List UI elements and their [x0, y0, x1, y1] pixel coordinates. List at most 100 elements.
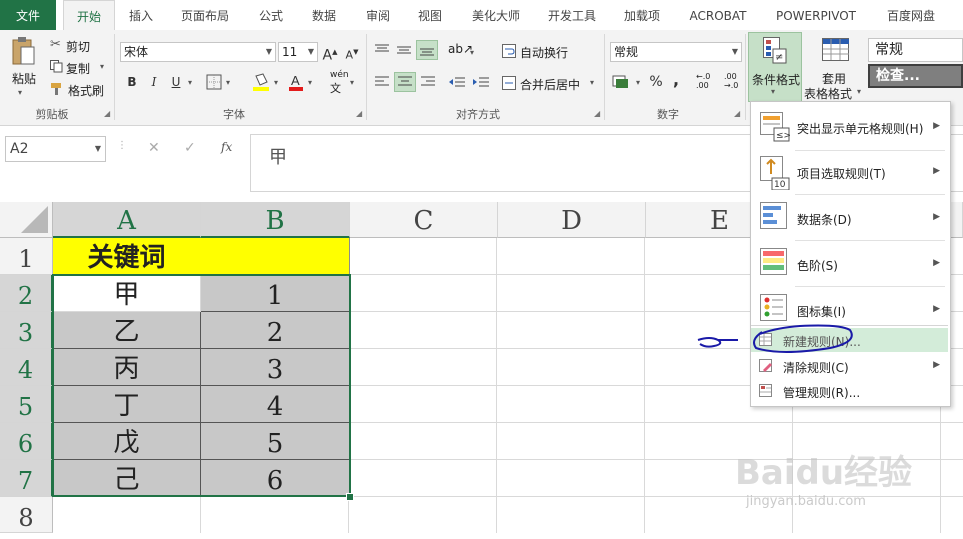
align-bottom-icon[interactable] — [416, 40, 438, 60]
merge-dropdown-icon[interactable]: ▾ — [590, 78, 594, 87]
italic-button[interactable]: I — [144, 72, 164, 92]
decrease-decimal-button[interactable]: .00 →.0 — [724, 72, 738, 90]
row-header-6[interactable]: 6 — [0, 423, 53, 460]
menu-item-color-scales[interactable]: 色阶(S) ▶ — [751, 242, 948, 286]
fill-color-icon[interactable] — [252, 72, 270, 92]
cell-a3[interactable]: 乙 — [53, 312, 201, 349]
tab-home[interactable]: 开始 — [63, 0, 115, 32]
font-size-select[interactable]: 11 ▼ — [278, 42, 318, 62]
cell-a7[interactable]: 己 — [53, 460, 201, 497]
wrap-text-button[interactable]: 自动换行 — [520, 44, 568, 61]
copy-dropdown-icon[interactable]: ▾ — [100, 62, 104, 71]
align-right-icon[interactable] — [420, 76, 436, 88]
cell-a2[interactable]: 甲 — [53, 275, 201, 312]
cell-b5[interactable]: 4 — [201, 386, 350, 423]
underline-button[interactable]: U — [166, 72, 186, 92]
format-painter-button[interactable]: 格式刷 — [68, 82, 104, 99]
cell-a4[interactable]: 丙 — [53, 349, 201, 386]
font-name-select[interactable]: 宋体 ▼ — [120, 42, 276, 62]
tab-developer[interactable]: 开发工具 — [538, 0, 606, 30]
number-launcher-icon[interactable]: ◢ — [734, 109, 740, 118]
tab-formulas[interactable]: 公式 — [246, 0, 296, 30]
fill-handle[interactable] — [346, 493, 354, 501]
accounting-dropdown-icon[interactable]: ▾ — [636, 78, 640, 87]
tab-insert[interactable]: 插入 — [118, 0, 164, 30]
cell-style-normal[interactable]: 常规 — [868, 38, 963, 62]
row-header-1[interactable]: 1 — [0, 238, 53, 275]
cell-b4[interactable]: 3 — [201, 349, 350, 386]
increase-indent-icon[interactable] — [472, 76, 490, 88]
row-header-2[interactable]: 2 — [0, 275, 53, 312]
tab-addins[interactable]: 加载项 — [612, 0, 672, 30]
column-header-a[interactable]: A — [53, 202, 201, 238]
comma-button[interactable]: , — [666, 70, 686, 90]
cell-a1[interactable]: 关键词 — [53, 238, 201, 275]
column-header-d[interactable]: D — [498, 202, 646, 238]
conditional-format-button[interactable]: ≠ 条件格式 ▾ — [748, 32, 802, 102]
row-header-8[interactable]: 8 — [0, 497, 53, 533]
cell-b7[interactable]: 6 — [201, 460, 350, 497]
paste-button[interactable]: 粘贴 — [12, 70, 36, 87]
tab-data[interactable]: 数据 — [300, 0, 348, 30]
bold-button[interactable]: B — [122, 72, 142, 92]
name-box[interactable]: A2 ▼ — [5, 136, 106, 162]
cell-style-check[interactable]: 检查... — [868, 64, 963, 88]
cell-b3[interactable]: 2 — [201, 312, 350, 349]
percent-button[interactable]: % — [646, 72, 666, 92]
shrink-font-button[interactable]: A▼ — [342, 42, 362, 62]
tab-page-layout[interactable]: 页面布局 — [170, 0, 240, 30]
select-all-corner[interactable] — [0, 202, 53, 238]
cancel-icon[interactable]: ✕ — [148, 140, 160, 156]
font-color-dropdown-icon[interactable]: ▾ — [308, 78, 312, 87]
table-format-dropdown-icon[interactable]: ▾ — [857, 87, 861, 96]
menu-item-manage-rules[interactable]: 管理规则(R)... — [751, 379, 948, 403]
column-header-b[interactable]: B — [201, 202, 350, 238]
decrease-indent-icon[interactable] — [448, 76, 466, 88]
format-as-table-icon[interactable] — [822, 38, 852, 64]
font-launcher-icon[interactable]: ◢ — [356, 109, 362, 118]
border-dropdown-icon[interactable]: ▾ — [226, 78, 230, 87]
row-header-7[interactable]: 7 — [0, 460, 53, 497]
tab-review[interactable]: 审阅 — [354, 0, 402, 30]
align-middle-icon[interactable] — [396, 44, 412, 56]
cell-b6[interactable]: 5 — [201, 423, 350, 460]
format-as-table-label-2[interactable]: 表格格式 — [804, 85, 852, 102]
row-header-4[interactable]: 4 — [0, 349, 53, 386]
menu-item-highlight-rules[interactable]: ≤> 突出显示单元格规则(H) ▶ — [751, 106, 948, 148]
increase-decimal-button[interactable]: ←.0.00 — [696, 72, 710, 90]
enter-check-icon[interactable]: ✓ — [184, 140, 196, 156]
copy-button[interactable]: 复制 — [66, 60, 90, 77]
underline-dropdown-icon[interactable]: ▾ — [188, 78, 192, 87]
cell-b2[interactable]: 1 — [201, 275, 350, 312]
tab-view[interactable]: 视图 — [406, 0, 454, 30]
paste-dropdown-icon[interactable]: ▾ — [18, 88, 22, 97]
grow-font-button[interactable]: A▲ — [320, 42, 340, 64]
phonetic-dropdown-icon[interactable]: ▾ — [350, 78, 354, 87]
align-left-icon[interactable] — [374, 76, 390, 88]
merge-center-button[interactable]: 合并后居中 — [520, 76, 580, 93]
tab-powerpivot[interactable]: POWERPIVOT — [764, 0, 868, 30]
number-format-select[interactable]: 常规 ▼ — [610, 42, 742, 62]
cell-b1[interactable] — [201, 238, 350, 275]
row-header-5[interactable]: 5 — [0, 386, 53, 423]
font-color-icon[interactable]: A — [288, 72, 304, 92]
row-header-3[interactable]: 3 — [0, 312, 53, 349]
orientation-icon[interactable]: ab↗ — [448, 42, 473, 58]
column-header-c[interactable]: C — [350, 202, 498, 238]
clipboard-launcher-icon[interactable]: ◢ — [104, 109, 110, 118]
paste-icon[interactable] — [10, 36, 36, 66]
alignment-launcher-icon[interactable]: ◢ — [594, 109, 600, 118]
orientation-dropdown-icon[interactable]: ▾ — [470, 48, 474, 57]
fill-color-dropdown-icon[interactable]: ▾ — [274, 78, 278, 87]
phonetic-guide-button[interactable]: wén 文 — [330, 70, 349, 96]
align-top-icon[interactable] — [374, 44, 390, 56]
align-center-icon[interactable] — [394, 72, 416, 92]
border-icon[interactable] — [206, 74, 222, 90]
cell-a6[interactable]: 戊 — [53, 423, 201, 460]
insert-function-icon[interactable]: fx — [221, 140, 232, 154]
accounting-format-icon[interactable] — [612, 74, 634, 90]
tab-acrobat[interactable]: ACROBAT — [680, 0, 756, 30]
menu-item-data-bars[interactable]: 数据条(D) ▶ — [751, 196, 948, 240]
cell-a5[interactable]: 丁 — [53, 386, 201, 423]
tab-baidu-netdisk[interactable]: 百度网盘 — [876, 0, 946, 30]
